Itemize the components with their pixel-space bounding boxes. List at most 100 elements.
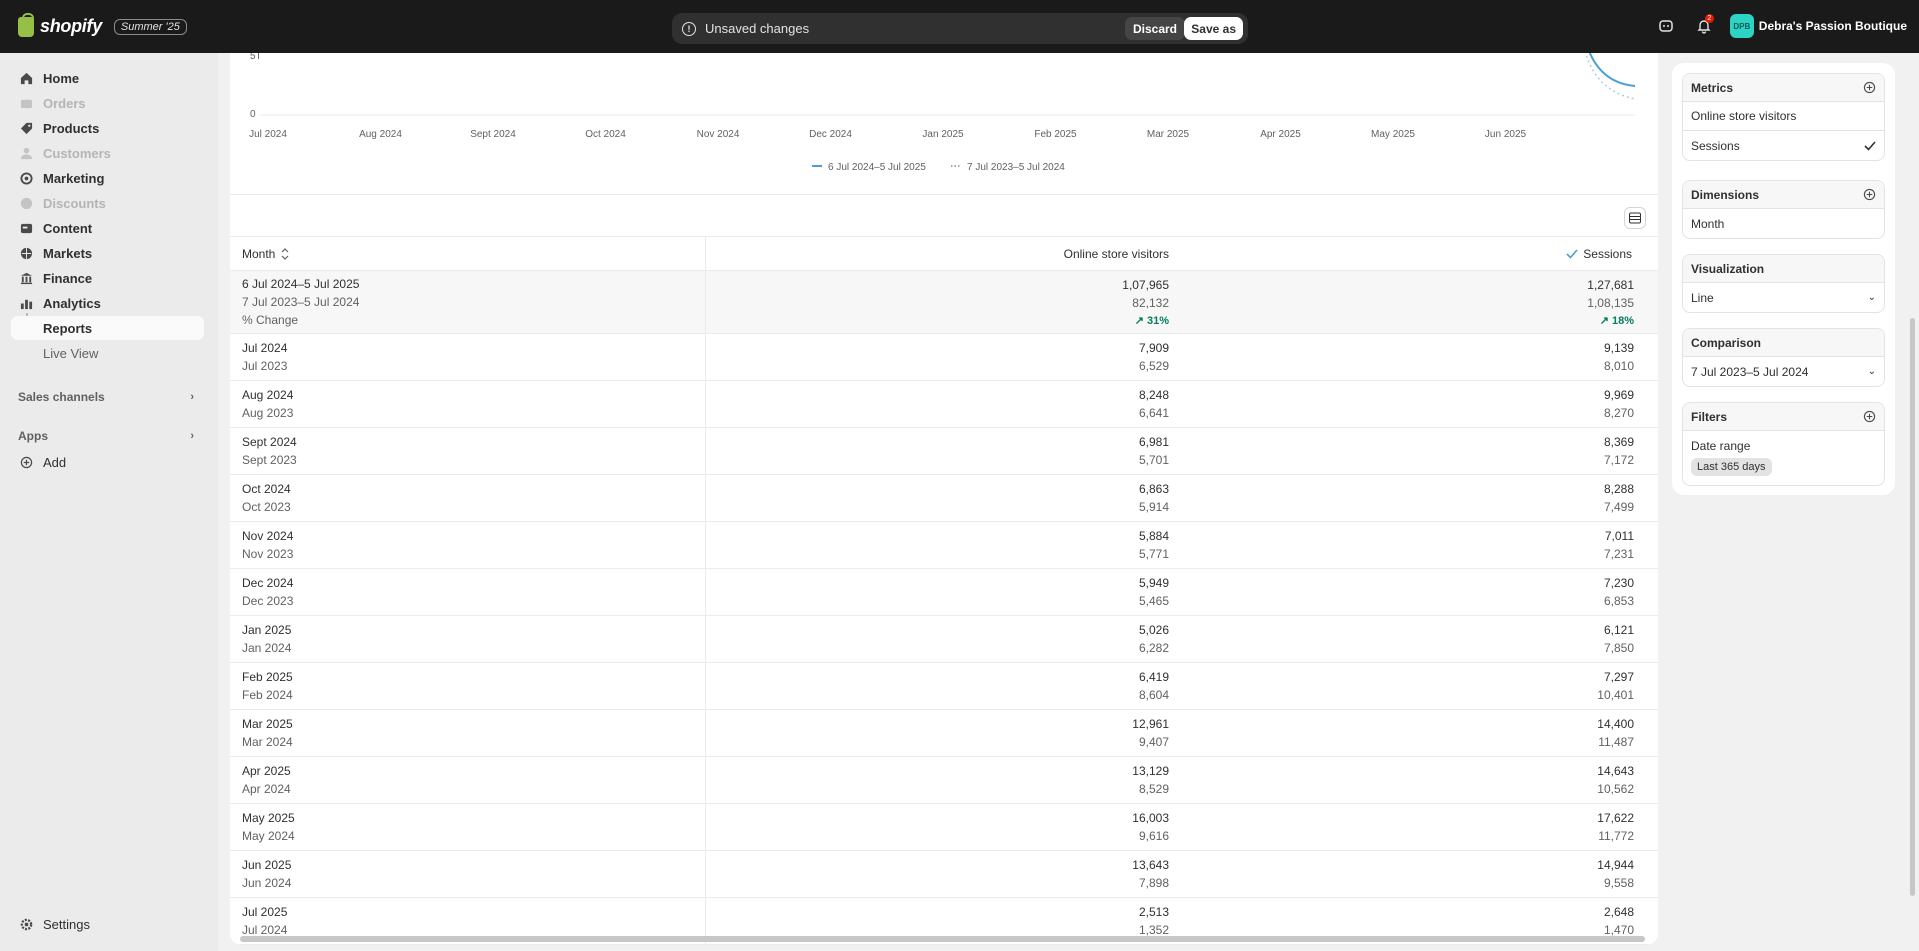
column-header-month[interactable]: Month: [230, 237, 706, 270]
visitors-cell: 13,643 7,898: [706, 851, 1181, 897]
metrics-box: Metrics Online store visitors Sessions: [1682, 73, 1885, 161]
sidebar-item-label: Settings: [43, 916, 90, 932]
sidebar-item-reports[interactable]: Reports: [11, 316, 204, 340]
table-view-toggle[interactable]: [1624, 207, 1646, 229]
sidebar-item-marketing[interactable]: Marketing: [20, 167, 104, 189]
prev-visitors-value: 8,604: [1138, 688, 1169, 702]
sidebar-item-label: Analytics: [43, 295, 101, 311]
sessions-value: 8,288: [1603, 482, 1634, 496]
header-label: Online store visitors: [1063, 246, 1169, 261]
month-label: Apr 2025: [242, 764, 291, 778]
chevron-down-icon: ⌄: [1867, 292, 1876, 303]
dimensions-header: Dimensions: [1683, 181, 1884, 209]
sidebar-item-content[interactable]: Content: [20, 217, 92, 239]
sidebar-item-finance[interactable]: Finance: [20, 267, 92, 289]
globe-icon: [20, 247, 33, 259]
table-row: Jul 2024 Jul 2023 7,909 6,529 9,139 8,010: [230, 334, 1658, 381]
sessions-cell: 7,230 6,853: [1181, 569, 1658, 615]
table-row: Dec 2024 Dec 2023 5,949 5,465 7,230 6,853: [230, 569, 1658, 616]
avatar[interactable]: DPB: [1729, 14, 1754, 38]
filter-value-chip[interactable]: Last 365 days: [1691, 458, 1772, 476]
comparison-select[interactable]: 7 Jul 2023–5 Jul 2024 ⌄: [1683, 357, 1884, 386]
metric-online-store-visitors[interactable]: Online store visitors: [1683, 102, 1884, 131]
prev-sessions-value: 11,487: [1598, 735, 1634, 749]
sessions-cell: 6,121 7,850: [1181, 616, 1658, 662]
sidebar-item-orders[interactable]: Orders: [20, 92, 86, 114]
sidebar-item-products[interactable]: Products: [20, 117, 99, 139]
sidebar-item-customers[interactable]: Customers: [20, 142, 111, 164]
sessions-previous: 1,08,135: [1587, 295, 1634, 310]
sidebar-item-label: Content: [43, 220, 93, 236]
column-header-sessions[interactable]: Sessions: [1181, 237, 1658, 270]
unsaved-text: Unsaved changes: [705, 21, 810, 36]
comparison-title: Comparison: [1691, 335, 1762, 350]
sessions-change: ↗ 18%: [1600, 314, 1634, 327]
store-name[interactable]: Debra's Passion Boutique: [1759, 19, 1907, 33]
prev-sessions-value: 8,010: [1603, 359, 1634, 373]
sales-channels-section[interactable]: Sales channels ›: [18, 390, 194, 404]
metric-sessions[interactable]: Sessions: [1683, 131, 1884, 160]
table-row: Jun 2025 Jun 2024 13,643 7,898 14,944 9,558: [230, 851, 1658, 898]
prev-month-label: Sept 2023: [242, 453, 297, 467]
visualization-box: Visualization Line ⌄: [1682, 254, 1885, 313]
shopify-logo[interactable]: shopify Summer '25: [18, 12, 187, 37]
prev-visitors-value: 9,407: [1138, 735, 1169, 749]
sidebar-item-label: Home: [43, 70, 80, 86]
notifications-button[interactable]: 2: [1692, 14, 1716, 38]
month-label: Dec 2024: [242, 576, 294, 590]
summary-sessions-cell: 1,27,681 1,08,135 ↗ 18%: [1181, 271, 1658, 333]
vertical-scrollbar[interactable]: [1910, 318, 1915, 896]
visualization-select[interactable]: Line ⌄: [1683, 283, 1884, 312]
prev-month-label: Jan 2024: [242, 641, 292, 655]
prev-month-label: Apr 2024: [242, 782, 291, 796]
tag-icon: [20, 122, 33, 134]
sidebar-item-live-view[interactable]: Live View: [11, 341, 204, 365]
add-filter-icon[interactable]: [1863, 410, 1876, 423]
y-tick-label: 0: [250, 109, 256, 120]
sidebar-item-discounts[interactable]: Discounts: [20, 192, 106, 214]
sessions-cell: 9,139 8,010: [1181, 334, 1658, 380]
filter-name: Date range: [1691, 439, 1751, 453]
sessions-value: 7,297: [1603, 670, 1634, 684]
prev-sessions-value: 7,850: [1603, 641, 1634, 655]
chart-icon: [20, 299, 33, 309]
report-card: 5T 0 Jul 2024 Aug 2024 Sept 2024 Oct 2024 Nov …: [230, 53, 1658, 945]
metric-label: Online store visitors: [1691, 109, 1797, 123]
sessions-value: 14,400: [1597, 717, 1634, 731]
table-icon: [1629, 212, 1641, 224]
add-dimension-icon[interactable]: [1863, 188, 1876, 201]
home-icon: [20, 72, 33, 84]
sidekick-button[interactable]: [1654, 14, 1678, 38]
sidebar-item-analytics[interactable]: Analytics: [20, 292, 101, 314]
add-metric-icon[interactable]: [1863, 81, 1876, 94]
comparison-box: Comparison 7 Jul 2023–5 Jul 2024 ⌄: [1682, 328, 1885, 387]
sessions-value: 14,643: [1597, 764, 1634, 778]
edition-badge[interactable]: Summer '25: [113, 18, 187, 35]
column-header-visitors[interactable]: Online store visitors: [706, 237, 1181, 270]
save-as-button[interactable]: Save as: [1184, 17, 1243, 40]
sort-icon: [281, 247, 289, 260]
sidebar-item-home[interactable]: Home: [20, 67, 79, 89]
discard-button[interactable]: Discard: [1124, 17, 1185, 40]
filter-date-range[interactable]: Date range Last 365 days: [1683, 431, 1884, 476]
add-app-button[interactable]: Add: [20, 451, 66, 473]
notification-count-badge: 2: [1704, 14, 1714, 23]
change-label: % Change: [242, 313, 299, 327]
x-tick-label: Dec 2024: [809, 129, 852, 140]
sidebar-item-markets[interactable]: Markets: [20, 242, 92, 264]
data-table: Month Online store visitors Sessions 6 J…: [230, 237, 1658, 945]
visitors-cell: 6,981 5,701: [706, 428, 1181, 474]
content-icon: [20, 223, 33, 233]
apps-section[interactable]: Apps ›: [18, 429, 194, 443]
prev-month-label: Dec 2023: [242, 594, 294, 608]
prev-sessions-value: 7,499: [1603, 500, 1634, 514]
sidebar-item-settings[interactable]: Settings: [20, 913, 90, 935]
prev-visitors-value: 8,529: [1138, 782, 1169, 796]
dimension-month[interactable]: Month: [1683, 209, 1884, 238]
comparison-value: 7 Jul 2023–5 Jul 2024: [1691, 364, 1809, 379]
chevron-down-icon: ⌄: [1867, 366, 1876, 377]
sessions-value: 8,369: [1603, 435, 1634, 449]
prev-visitors-value: 7,898: [1138, 876, 1169, 890]
table-body: Jul 2024 Jul 2023 7,909 6,529 9,139 8,010 Aug …: [230, 334, 1658, 945]
horizontal-scrollbar[interactable]: [240, 936, 1645, 942]
